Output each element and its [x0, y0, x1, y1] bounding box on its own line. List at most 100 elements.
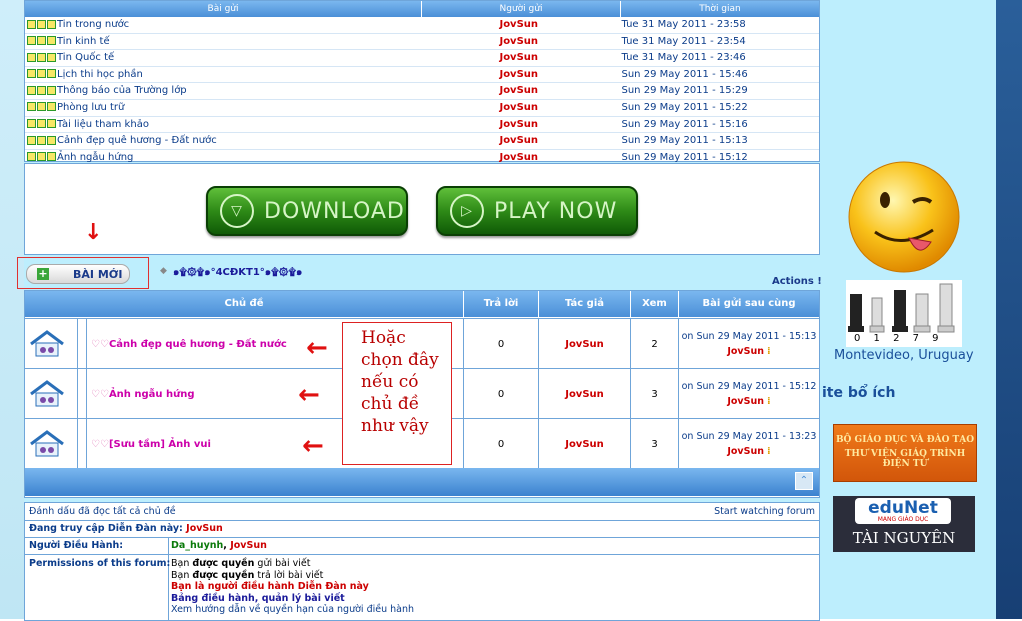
moderator-link[interactable]: JovSun [230, 540, 267, 551]
moderator-panel-link[interactable]: Bảng điều hành, quản lý bài viết [171, 593, 414, 605]
post-title-cell[interactable]: Thông báo của Trường lớp [25, 83, 420, 99]
goto-last-post-icon[interactable]: ⁞ [767, 446, 771, 457]
post-title-link[interactable]: Ảnh ngẫu hứng [57, 152, 133, 163]
topic-icon [37, 19, 46, 29]
nav-bullet-icon: ◆ [160, 266, 167, 276]
topic-icon [27, 52, 36, 62]
post-row: Thông báo của Trường lớp JovSun Sun 29 May… [25, 83, 819, 100]
e-library-banner[interactable]: BỘ GIÁO DỤC VÀ ĐÀO TẠO THƯ VIỆN GIÁO TRÌ… [833, 424, 977, 482]
chess-digits: 0 1 2 7 9 [854, 333, 944, 344]
new-topic-highlight: + BÀI MỚI [17, 257, 149, 289]
col-header-last-post: Bài gửi sau cùng [679, 291, 819, 317]
post-row: Cảnh đẹp quê hương - Đất nước JovSun Sun 2… [25, 133, 819, 150]
chess-pieces-icon [848, 283, 955, 333]
heart-icon: ♡♡ [91, 338, 109, 350]
post-time: Sun 29 May 2011 - 15:22 [621, 101, 748, 113]
post-time: Tue 31 May 2011 - 23:54 [621, 35, 746, 47]
topic-icon [47, 19, 56, 29]
play-icon: ▷ [450, 194, 484, 228]
last-post-author[interactable]: JovSun [727, 396, 764, 407]
scroll-top-icon[interactable]: ⌃ [795, 472, 813, 490]
folder-home-icon [30, 380, 64, 407]
edunet-banner[interactable]: eduNet MẠNG GIÁO DỤC TÀI NGUYÊN [833, 496, 975, 552]
mark-read-row: Đánh dấu đã đọc tất cả chủ đề Start watc… [25, 503, 819, 521]
location-text: Montevideo, Uruguay [834, 348, 974, 363]
resource-text: TÀI NGUYÊN [852, 529, 956, 547]
topic-icon-cell [25, 319, 78, 369]
topics-footer-bar: ⌃ [25, 468, 819, 496]
goto-last-post-icon[interactable]: ⁞ [767, 346, 771, 357]
post-title-cell[interactable]: Tin trong nước [25, 17, 420, 33]
post-title-cell[interactable]: Tài liệu tham khảo [25, 117, 420, 133]
topic-icon [37, 102, 46, 112]
last-post-time: on Sun 29 May 2011 - 15:13 [681, 331, 817, 342]
actions-link[interactable]: Actions ! [772, 276, 822, 287]
post-title-cell[interactable]: Cảnh đẹp quê hương - Đất nước [25, 133, 420, 149]
post-title-cell[interactable]: Phòng lưu trữ [25, 100, 420, 116]
post-author[interactable]: JovSun [420, 133, 618, 149]
folder-home-icon [30, 430, 64, 457]
post-row: Tin trong nước JovSun Tue 31 May 2011 - 23… [25, 17, 819, 34]
arrow-down-icon: ↓ [84, 220, 103, 245]
post-time: Sun 29 May 2011 - 15:29 [621, 85, 748, 97]
download-button[interactable]: ▽ DOWNLOAD [206, 186, 408, 236]
col-header-post: Bài gửi [25, 1, 422, 17]
post-title-link[interactable]: Tài liệu tham khảo [57, 119, 149, 130]
last-post-author[interactable]: JovSun [727, 346, 764, 357]
post-row: Phòng lưu trữ JovSun Sun 29 May 2011 - 15:… [25, 100, 819, 117]
last-post-author[interactable]: JovSun [727, 446, 764, 457]
moderators-label: Người Điều Hành: [29, 540, 124, 551]
new-topic-button[interactable]: + BÀI MỚI [26, 264, 130, 284]
post-author[interactable]: JovSun [420, 83, 618, 99]
post-author[interactable]: JovSun [420, 50, 618, 66]
note-line: chọn đây [361, 350, 439, 370]
post-author[interactable]: JovSun [420, 34, 618, 50]
post-title-link[interactable]: Lịch thi học phần [57, 69, 143, 80]
moderator-link[interactable]: Da_huynh [171, 540, 223, 551]
goto-last-post-icon[interactable]: ⁞ [767, 396, 771, 407]
topic-title-link[interactable]: Ảnh ngẫu hứng [109, 389, 195, 400]
post-title-link[interactable]: Tin kinh tế [57, 36, 110, 47]
browsing-user-link[interactable]: JovSun [186, 523, 223, 534]
post-title-link[interactable]: Tin Quốc tế [57, 52, 114, 63]
recent-posts-header: Bài gửi Người gửi Thời gian [25, 1, 819, 17]
post-title-link[interactable]: Cảnh đẹp quê hương - Đất nước [57, 135, 217, 146]
topic-icon [27, 119, 36, 129]
topic-icon [47, 102, 56, 112]
arrow-left-icon: ← [302, 431, 324, 461]
topic-author[interactable]: JovSun [539, 319, 631, 369]
topic-author[interactable]: JovSun [539, 419, 631, 469]
topic-title-link[interactable]: [Sưu tầm] Ảnh vui [109, 439, 211, 450]
post-title-link[interactable]: Thông báo của Trường lớp [57, 85, 187, 96]
note-line: nếu có [361, 372, 419, 392]
download-label: DOWNLOAD [264, 198, 405, 224]
note-line: chủ đề [361, 394, 420, 414]
folder-home-icon [30, 330, 64, 357]
post-author[interactable]: JovSun [420, 67, 618, 83]
post-title-link[interactable]: Tin trong nước [57, 19, 129, 30]
topic-icon [47, 119, 56, 129]
heart-icon: ♡♡ [91, 438, 109, 450]
permission-line: Bạn được quyền trả lời bài viết [171, 569, 324, 581]
forum-name-link[interactable]: ๑۩۞۩๑°4CĐKT1°๑۩۞۩๑ [173, 265, 302, 280]
mark-read-link[interactable]: Đánh dấu đã đọc tất cả chủ đề [29, 506, 176, 517]
post-author[interactable]: JovSun [420, 17, 618, 33]
post-author[interactable]: JovSun [420, 100, 618, 116]
post-title-cell[interactable]: Tin kinh tế [25, 34, 420, 50]
post-time: Sun 29 May 2011 - 15:13 [621, 135, 748, 147]
watch-forum-link[interactable]: Start watching forum [714, 506, 815, 517]
page-left-background [0, 0, 24, 619]
post-author[interactable]: JovSun [420, 117, 618, 133]
post-row: Tin Quốc tế JovSun Tue 31 May 2011 - 23:46 [25, 50, 819, 67]
topic-icon [27, 102, 36, 112]
post-title-cell[interactable]: Tin Quốc tế [25, 50, 420, 66]
moderator-help-link[interactable]: Xem hướng dẫn về quyền hạn của người điề… [171, 604, 414, 616]
post-title-link[interactable]: Phòng lưu trữ [57, 102, 124, 113]
post-title-cell[interactable]: Lịch thi học phần [25, 67, 420, 83]
topic-title-link[interactable]: Cảnh đẹp quê hương - Đất nước [109, 339, 287, 350]
play-now-button[interactable]: ▷ PLAY NOW [436, 186, 638, 236]
topic-icon [27, 69, 36, 79]
ministry-text: BỘ GIÁO DỤC VÀ ĐÀO TẠO [835, 435, 975, 445]
topic-author[interactable]: JovSun [539, 369, 631, 419]
useful-sites-heading: ite bổ ích [822, 385, 896, 401]
